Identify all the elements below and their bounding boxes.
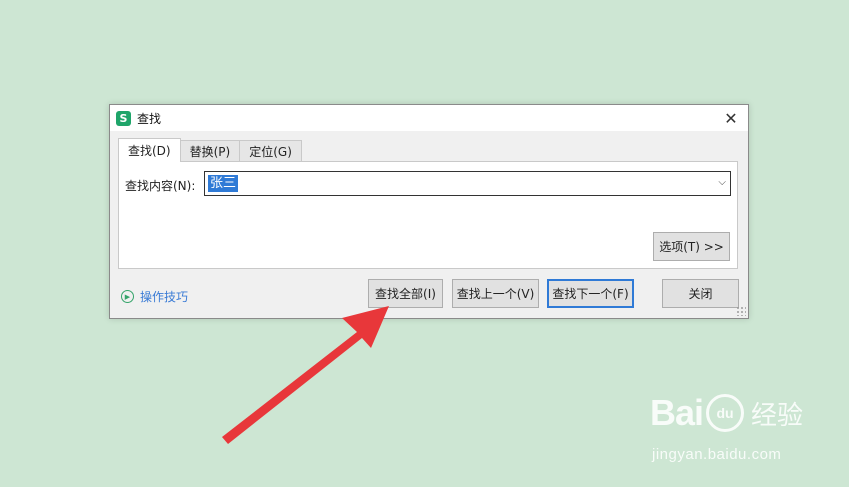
red-arrow-icon [222, 306, 389, 444]
watermark-logo-left: Bai [650, 392, 704, 433]
watermark-url: jingyan.baidu.com [652, 446, 782, 463]
baidu-watermark: Bai du 经验 [650, 392, 803, 434]
tab-find[interactable]: 查找(D) [118, 138, 181, 162]
baidu-paw-icon: du [706, 394, 745, 432]
watermark-logo-right: 经验 [751, 399, 804, 430]
